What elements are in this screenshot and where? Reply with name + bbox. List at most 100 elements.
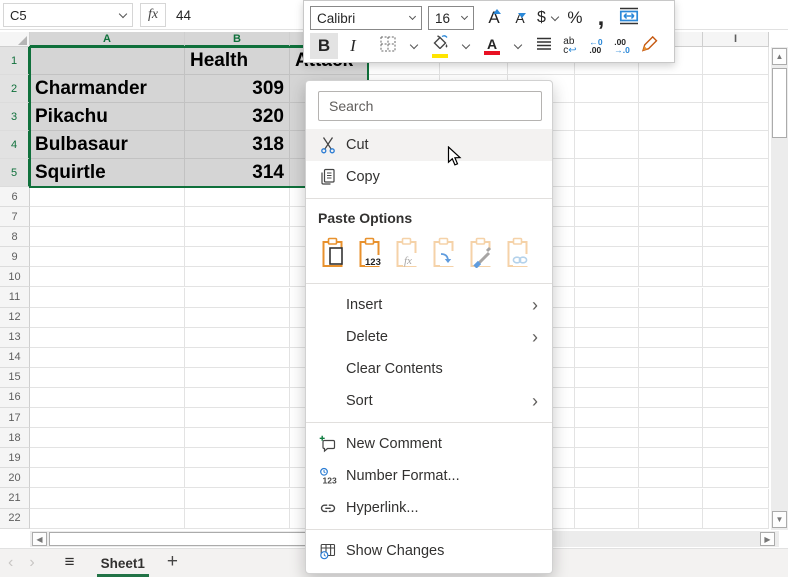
cell-G11[interactable] (575, 288, 639, 308)
cell-G20[interactable] (575, 468, 639, 488)
cell-H2[interactable] (639, 75, 703, 103)
cell-B14[interactable] (185, 348, 290, 368)
cell-B1[interactable]: Health (185, 47, 290, 75)
all-sheets-menu-icon[interactable]: ≡ (43, 552, 89, 574)
cell-H17[interactable] (639, 408, 703, 428)
menu-item-sort[interactable]: Sort› (306, 385, 552, 417)
cell-I7[interactable] (703, 207, 769, 227)
cell-A22[interactable] (30, 509, 185, 529)
cell-B12[interactable] (185, 308, 290, 328)
cell-H13[interactable] (639, 328, 703, 348)
row-header-11[interactable]: 11 (0, 287, 30, 307)
menu-item-hyperlink[interactable]: Hyperlink... (306, 492, 552, 524)
cell-A18[interactable] (30, 428, 185, 448)
cell-I9[interactable] (703, 247, 769, 267)
row-header-2[interactable]: 2 (0, 75, 30, 103)
cell-A15[interactable] (30, 368, 185, 388)
cell-A13[interactable] (30, 328, 185, 348)
font-size-select[interactable]: 16 (428, 6, 474, 30)
cell-G15[interactable] (575, 368, 639, 388)
cell-I19[interactable] (703, 448, 769, 468)
font-color-dropdown[interactable] (506, 33, 530, 59)
cell-I3[interactable] (703, 103, 769, 131)
cell-A3[interactable]: Pikachu (30, 103, 185, 131)
row-header-15[interactable]: 15 (0, 368, 30, 388)
cell-G21[interactable] (575, 489, 639, 509)
row-header-5[interactable]: 5 (0, 159, 30, 187)
cell-A6[interactable] (30, 187, 185, 207)
row-header-9[interactable]: 9 (0, 247, 30, 267)
cell-B6[interactable] (185, 187, 290, 207)
sheet-tab-sheet1[interactable]: Sheet1 (89, 549, 157, 577)
cell-B20[interactable] (185, 468, 290, 488)
cell-I5[interactable] (703, 159, 769, 187)
cell-H16[interactable] (639, 388, 703, 408)
scroll-up-button[interactable]: ▲ (772, 48, 787, 65)
add-sheet-button[interactable]: + (157, 551, 188, 575)
paste-icon[interactable] (318, 236, 346, 268)
fill-color-dropdown[interactable] (454, 33, 478, 59)
decrease-decimal-button[interactable]: ←0.00 (584, 33, 608, 59)
cell-H7[interactable] (639, 207, 703, 227)
cell-B18[interactable] (185, 428, 290, 448)
row-header-6[interactable]: 6 (0, 187, 30, 207)
menu-item-show-changes[interactable]: Show Changes (306, 535, 552, 567)
cell-H4[interactable] (639, 131, 703, 159)
menu-item-clear-contents[interactable]: Clear Contents (306, 353, 552, 385)
cell-I11[interactable] (703, 288, 769, 308)
insert-function-button[interactable]: fx (140, 3, 166, 27)
cell-B21[interactable] (185, 489, 290, 509)
cell-I15[interactable] (703, 368, 769, 388)
row-header-3[interactable]: 3 (0, 103, 30, 131)
cell-A12[interactable] (30, 308, 185, 328)
column-header-I[interactable]: I (703, 32, 769, 47)
menu-item-number-format[interactable]: 123Number Format... (306, 460, 552, 492)
percent-format-button[interactable]: % (563, 5, 587, 31)
cell-G12[interactable] (575, 308, 639, 328)
cell-G19[interactable] (575, 448, 639, 468)
row-header-19[interactable]: 19 (0, 448, 30, 468)
vertical-scroll-thumb[interactable] (772, 68, 787, 138)
cell-H6[interactable] (639, 187, 703, 207)
cell-G9[interactable] (575, 247, 639, 267)
cell-B15[interactable] (185, 368, 290, 388)
cell-I16[interactable] (703, 388, 769, 408)
cell-G18[interactable] (575, 428, 639, 448)
cell-I4[interactable] (703, 131, 769, 159)
row-header-14[interactable]: 14 (0, 348, 30, 368)
cell-H3[interactable] (639, 103, 703, 131)
row-header-17[interactable]: 17 (0, 408, 30, 428)
scroll-left-button[interactable]: ◀ (32, 532, 47, 546)
scroll-right-button[interactable]: ▶ (760, 532, 775, 546)
cell-G16[interactable] (575, 388, 639, 408)
cell-A7[interactable] (30, 207, 185, 227)
cell-G3[interactable] (575, 103, 639, 131)
cell-B13[interactable] (185, 328, 290, 348)
row-header-20[interactable]: 20 (0, 468, 30, 488)
bold-button[interactable]: B (310, 33, 338, 59)
menu-item-delete[interactable]: Delete› (306, 321, 552, 353)
cell-I8[interactable] (703, 227, 769, 247)
cell-B22[interactable] (185, 509, 290, 529)
row-header-13[interactable]: 13 (0, 328, 30, 348)
borders-button[interactable] (376, 33, 400, 59)
cell-I14[interactable] (703, 348, 769, 368)
cell-A9[interactable] (30, 247, 185, 267)
cell-B8[interactable] (185, 227, 290, 247)
cell-G4[interactable] (575, 131, 639, 159)
cell-H18[interactable] (639, 428, 703, 448)
cell-I22[interactable] (703, 509, 769, 529)
scroll-down-button[interactable]: ▼ (772, 511, 787, 528)
cell-G13[interactable] (575, 328, 639, 348)
cell-A11[interactable] (30, 288, 185, 308)
cell-A5[interactable]: Squirtle (30, 159, 185, 187)
cell-B17[interactable] (185, 408, 290, 428)
cell-G22[interactable] (575, 509, 639, 529)
cell-G6[interactable] (575, 187, 639, 207)
cell-G5[interactable] (575, 159, 639, 187)
cell-B2[interactable]: 309 (185, 75, 290, 103)
cell-B11[interactable] (185, 288, 290, 308)
cell-H19[interactable] (639, 448, 703, 468)
font-name-select[interactable]: Calibri (310, 6, 422, 30)
search-input[interactable] (318, 91, 542, 121)
